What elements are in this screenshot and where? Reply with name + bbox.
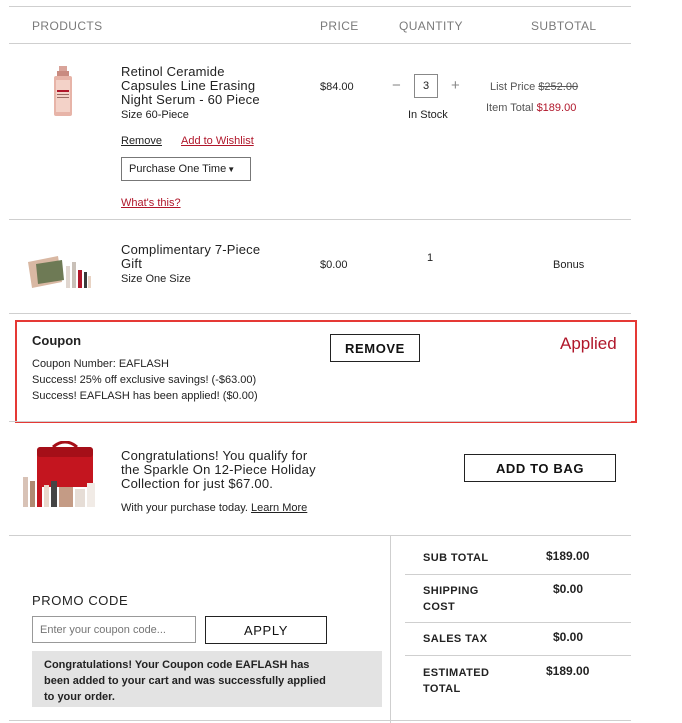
coupon-title: Coupon [32, 333, 82, 348]
coupon-box [15, 320, 637, 423]
remove-link[interactable]: Remove [121, 135, 162, 147]
offer-text: Congratulations! You qualify for the Spa… [121, 449, 316, 491]
offer-divider [9, 535, 631, 536]
apply-button[interactable]: APPLY [205, 616, 327, 644]
product-name-line[interactable]: Capsules Line Erasing [121, 79, 260, 93]
sub-total-label: SUB TOTAL [423, 552, 489, 564]
shipping-label-line: COST [423, 601, 456, 613]
promo-message-line: Congratulations! Your Coupon code EAFLAS… [44, 659, 310, 671]
item-total-label: Item Total [486, 102, 534, 114]
learn-more-link[interactable]: Learn More [251, 502, 307, 514]
item-total-value: $189.00 [536, 102, 577, 114]
shipping-label: SHIPPING COST [423, 583, 479, 615]
header-price: PRICE [320, 19, 359, 33]
product-name[interactable]: Retinol Ceramide Capsules Line Erasing N… [121, 65, 260, 107]
purchase-option-select[interactable]: Purchase One Time ▼ [121, 157, 251, 181]
quantity-input[interactable]: 3 [414, 74, 438, 98]
product-image-serum[interactable] [48, 66, 78, 118]
summary-row-divider [405, 574, 631, 575]
whats-this-link[interactable]: What's this? [121, 197, 181, 209]
product-price: $84.00 [320, 81, 354, 93]
sales-tax-label: SALES TAX [423, 633, 488, 645]
shipping-label-line: SHIPPING [423, 585, 479, 597]
list-price-value: $252.00 [538, 81, 579, 93]
coupon-status: Applied [560, 334, 617, 353]
bottom-divider [9, 720, 631, 721]
promo-message-line: been added to your cart and was successf… [44, 675, 326, 687]
estimated-total-label: ESTIMATED TOTAL [423, 665, 489, 697]
header-quantity: QUANTITY [399, 19, 463, 33]
gift-subtotal: Bonus [553, 259, 585, 271]
gift-size: Size One Size [121, 273, 191, 285]
gift-quantity: 1 [427, 252, 434, 264]
gift-name-line[interactable]: Gift [121, 257, 260, 271]
gift-name-line[interactable]: Complimentary 7-Piece [121, 243, 260, 257]
coupon-success-line: Success! 25% off exclusive savings! (-$6… [32, 374, 257, 386]
offer-text-line: Congratulations! You qualify for [121, 448, 308, 463]
estimated-total-value: $189.00 [546, 664, 590, 678]
stock-status: In Stock [408, 109, 448, 121]
quantity-increase-button[interactable]: + [451, 77, 460, 94]
product-image-gift[interactable] [28, 252, 92, 292]
sub-total-value: $189.00 [546, 549, 590, 563]
offer-text-line: the Sparkle On 12-Piece Holiday [121, 462, 316, 477]
promo-code-input[interactable] [32, 616, 196, 643]
estimated-label-line: ESTIMATED [423, 667, 490, 679]
item-total: Item Total $189.00 [486, 102, 576, 114]
coupon-remove-button[interactable]: REMOVE [330, 334, 420, 362]
top-divider [9, 6, 631, 7]
list-price: List Price $252.00 [490, 81, 578, 93]
header-products: PRODUCTS [32, 19, 103, 33]
summary-row-divider [405, 622, 631, 623]
list-price-label: List Price [490, 81, 536, 93]
add-to-wishlist-link[interactable]: Add to Wishlist [181, 135, 254, 147]
item-divider [9, 219, 631, 220]
summary-divider-vertical [390, 535, 391, 723]
promo-title: PROMO CODE [32, 593, 129, 608]
summary-row-divider [405, 655, 631, 656]
promo-success-message: Congratulations! Your Coupon code EAFLAS… [32, 651, 382, 707]
product-name-line[interactable]: Retinol Ceramide [121, 65, 260, 79]
coupon-success-line: Success! EAFLASH has been applied! ($0.0… [32, 390, 258, 402]
offer-note: With your purchase today. Learn More [121, 502, 307, 514]
add-to-bag-button[interactable]: ADD TO BAG [464, 454, 616, 482]
shipping-value: $0.00 [553, 582, 584, 596]
gift-price: $0.00 [320, 259, 348, 271]
purchase-option-value: Purchase One Time [129, 163, 227, 175]
chevron-down-icon: ▼ [227, 164, 236, 174]
coupon-number: Coupon Number: EAFLASH [32, 358, 169, 370]
gift-name[interactable]: Complimentary 7-Piece Gift [121, 243, 260, 271]
offer-text-line: Collection for just $67.00. [121, 476, 274, 491]
estimated-label-line: TOTAL [423, 683, 461, 695]
quantity-decrease-button[interactable]: − [392, 77, 401, 94]
coupon-divider [9, 421, 631, 422]
promo-message-line: to your order. [44, 691, 115, 703]
offer-purchase-note: With your purchase today. [121, 502, 248, 514]
product-size: Size 60-Piece [121, 109, 189, 121]
sales-tax-value: $0.00 [553, 630, 584, 644]
product-name-line[interactable]: Night Serum - 60 Piece [121, 93, 260, 107]
header-subtotal: SUBTOTAL [531, 19, 597, 33]
item-divider [9, 313, 631, 314]
offer-product-image[interactable] [23, 440, 103, 513]
header-divider [9, 43, 631, 44]
